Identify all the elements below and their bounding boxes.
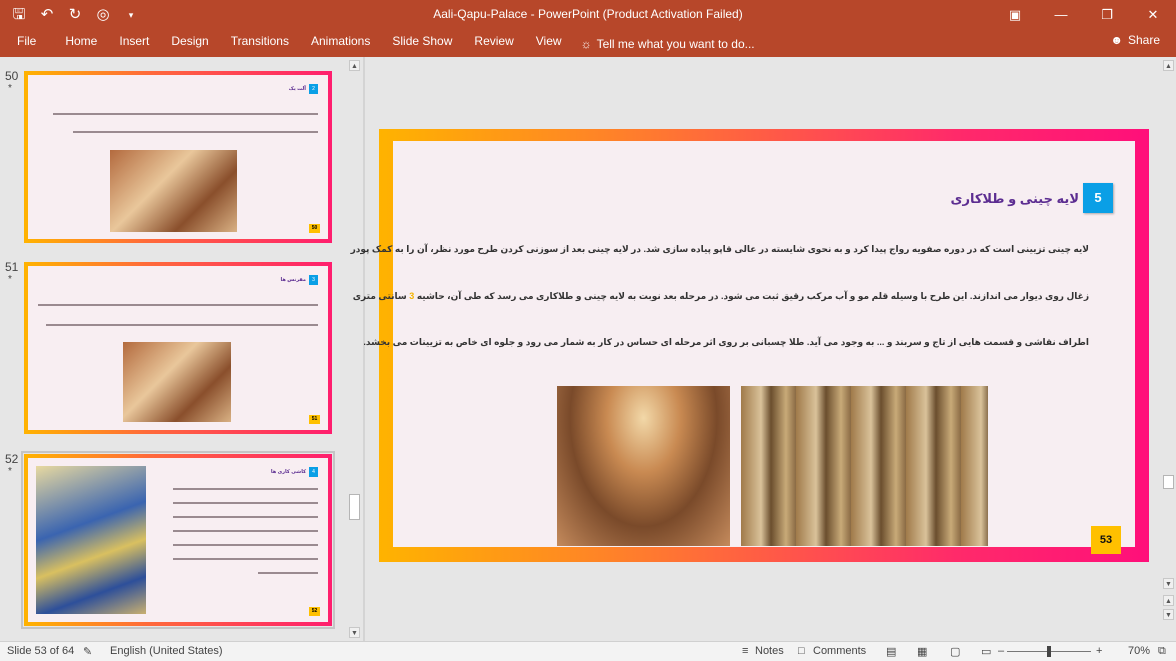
thumbnail-page-number: 52 xyxy=(309,607,320,616)
zoom-slider-knob[interactable] xyxy=(1047,646,1051,657)
previous-slide-icon[interactable]: ▲ xyxy=(1163,595,1174,606)
thumbnail-badge: 4 xyxy=(309,467,318,477)
tab-view[interactable]: View xyxy=(525,30,573,57)
text-line xyxy=(173,502,318,504)
tab-transitions[interactable]: Transitions xyxy=(220,30,300,57)
editor-scrollbar[interactable]: ▲ ▼ ▲ ▼ xyxy=(1161,57,1176,641)
slide-page-number: 53 xyxy=(1091,526,1121,554)
muqarnas-photo-right[interactable] xyxy=(741,386,988,546)
status-bar: Slide 53 of 64 ✎ English (United States)… xyxy=(0,641,1176,661)
next-slide-icon[interactable]: ▼ xyxy=(1163,609,1174,620)
text-line xyxy=(53,113,318,115)
text-line xyxy=(173,558,318,560)
reading-view-icon[interactable]: ▢ xyxy=(950,645,960,658)
slide-editor: لایه چینی و طلاکاری 5 لایه چینی تزیینی ا… xyxy=(351,57,1161,641)
ribbon-display-icon[interactable]: ▣ xyxy=(992,0,1038,30)
fit-slide-icon[interactable]: ⧉ xyxy=(1158,645,1166,658)
tell-me-box[interactable]: ☼ Tell me what you want to do... xyxy=(581,37,755,51)
title-bar: 🖫 ↶ ↻ ◎ ▾ Aali-Qapu-Palace - PowerPoint … xyxy=(0,0,1176,30)
scroll-up-icon[interactable]: ▲ xyxy=(1163,60,1174,71)
close-button[interactable]: ✕ xyxy=(1130,0,1176,30)
text-line xyxy=(73,131,318,133)
thumbnail-frame-selected: کاشی کاری ها 4 52 xyxy=(21,451,335,629)
thumbnail-number: 50 xyxy=(5,69,19,83)
comments-icon[interactable]: □ xyxy=(798,645,805,657)
notes-icon[interactable]: ≡ xyxy=(742,645,748,657)
tell-me-text: Tell me what you want to do... xyxy=(596,36,755,51)
thumbnail-title: آلت یک xyxy=(288,86,306,92)
text-line xyxy=(38,304,318,306)
thumbnail-page-number: 51 xyxy=(309,415,320,424)
slide-paragraph-line-3[interactable]: اطراف نقاشی و قسمت هایی از تاج و سربند و… xyxy=(363,337,1089,348)
animation-star-icon: * xyxy=(8,83,12,94)
normal-view-icon[interactable]: ▤ xyxy=(886,645,896,658)
thumbnail-frame: آلت یک 2 50 xyxy=(24,71,332,243)
slideshow-view-icon[interactable]: ▭ xyxy=(981,645,991,658)
slide-title[interactable]: لایه چینی و طلاکاری xyxy=(951,191,1079,207)
thumbnail-title: مقرنس ها xyxy=(280,277,306,283)
thumbnail-scrollbar[interactable]: ▲ ▼ xyxy=(348,57,361,641)
highlight-number: 3 xyxy=(409,291,415,301)
slide-counter: Slide 53 of 64 xyxy=(7,645,75,657)
slide-paragraph-line-2[interactable]: زغال روی دیوار می اندازند. این طرح با وس… xyxy=(353,291,1089,302)
slide-content: لایه چینی و طلاکاری 5 لایه چینی تزیینی ا… xyxy=(351,141,1135,554)
animation-star-icon: * xyxy=(8,274,12,285)
thumbnail-badge: 2 xyxy=(309,84,318,94)
maximize-button[interactable]: ❐ xyxy=(1084,0,1130,30)
text-line xyxy=(46,324,318,326)
text-line xyxy=(258,572,318,574)
animation-star-icon: * xyxy=(8,466,12,477)
scrollbar-thumb[interactable] xyxy=(349,494,360,520)
share-label: Share xyxy=(1127,33,1160,47)
zoom-out-icon[interactable]: – xyxy=(998,645,1004,657)
slide-thumbnail-pane: 50 * آلت یک 2 50 51 * مقرنس ها 3 51 52 *… xyxy=(0,57,362,641)
section-number-badge: 5 xyxy=(1083,183,1113,213)
text-line xyxy=(173,488,318,490)
thumbnail-number: 51 xyxy=(5,260,19,274)
paragraph-text: سانتی متری xyxy=(352,291,407,301)
thumbnail-frame: مقرنس ها 3 51 xyxy=(24,262,332,434)
zoom-in-icon[interactable]: + xyxy=(1096,645,1102,657)
minimize-button[interactable]: — xyxy=(1038,0,1084,30)
tab-review[interactable]: Review xyxy=(463,30,524,57)
comments-button[interactable]: Comments xyxy=(813,645,866,657)
text-line xyxy=(173,516,318,518)
ribbon: File Home Insert Design Transitions Anim… xyxy=(0,30,1176,57)
spell-check-icon[interactable]: ✎ xyxy=(83,645,92,658)
scroll-down-icon[interactable]: ▼ xyxy=(349,627,360,638)
scroll-down-icon[interactable]: ▼ xyxy=(1163,578,1174,589)
tab-insert[interactable]: Insert xyxy=(108,30,160,57)
thumbnail-title: کاشی کاری ها xyxy=(270,469,306,475)
tab-design[interactable]: Design xyxy=(160,30,219,57)
muqarnas-photo-left[interactable] xyxy=(557,386,730,546)
text-line xyxy=(173,530,318,532)
language-indicator[interactable]: English (United States) xyxy=(110,645,223,657)
thumbnail-image xyxy=(36,466,146,614)
person-icon: ☻ xyxy=(1110,33,1123,47)
text-line xyxy=(173,544,318,546)
notes-button[interactable]: Notes xyxy=(755,645,784,657)
share-button[interactable]: ☻ Share xyxy=(1110,33,1160,47)
thumbnail-page-number: 50 xyxy=(309,224,320,233)
slide-paragraph-line-1[interactable]: لایه چینی تزیینی است که در دوره صفویه رو… xyxy=(351,244,1089,255)
tab-animations[interactable]: Animations xyxy=(300,30,381,57)
scrollbar-thumb[interactable] xyxy=(1163,475,1174,489)
tab-home[interactable]: Home xyxy=(54,30,108,57)
scroll-up-icon[interactable]: ▲ xyxy=(349,60,360,71)
thumbnail-image xyxy=(123,342,231,422)
thumbnail-number: 52 xyxy=(5,452,19,466)
tab-slide-show[interactable]: Slide Show xyxy=(381,30,463,57)
tab-file[interactable]: File xyxy=(0,30,54,57)
thumbnail-badge: 3 xyxy=(309,275,318,285)
window-controls: ▣ — ❐ ✕ xyxy=(992,0,1176,30)
zoom-level[interactable]: 70% xyxy=(1128,645,1150,657)
lightbulb-icon: ☼ xyxy=(580,36,592,51)
slide-sorter-icon[interactable]: ▦ xyxy=(917,645,927,658)
thumbnail-image xyxy=(110,150,237,232)
current-slide[interactable]: لایه چینی و طلاکاری 5 لایه چینی تزیینی ا… xyxy=(351,129,1149,562)
paragraph-text: زغال روی دیوار می اندازند. این طرح با وس… xyxy=(416,291,1089,301)
